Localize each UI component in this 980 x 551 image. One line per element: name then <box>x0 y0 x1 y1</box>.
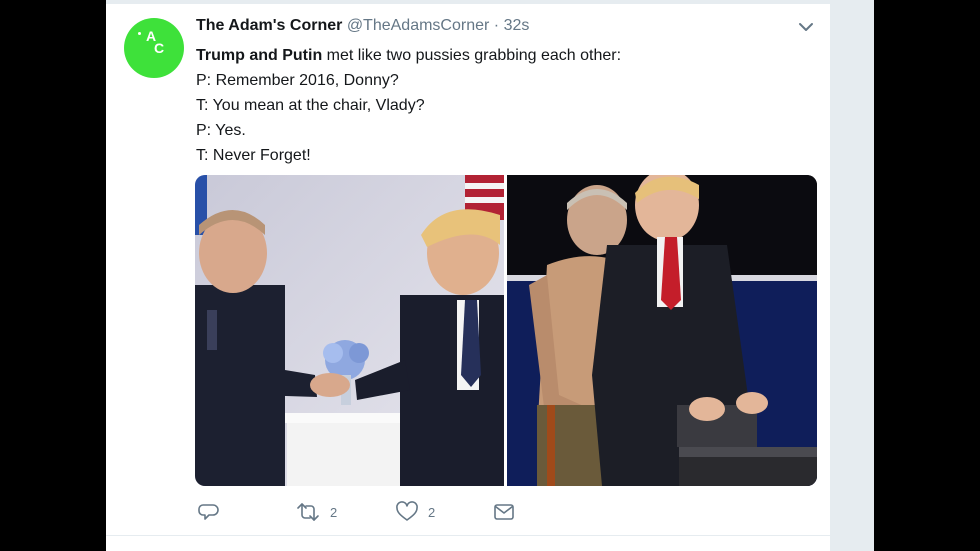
tweet-timestamp[interactable]: 32s <box>504 17 530 34</box>
tweet-line-rest: met like two pussies grabbing each other… <box>322 47 622 64</box>
right-letterbox <box>874 0 980 551</box>
heart-icon <box>396 501 418 523</box>
handshake-photo[interactable] <box>195 175 504 486</box>
tweet-text: Trump and Putin met like two pussies gra… <box>196 43 806 168</box>
chevron-down-icon[interactable] <box>796 18 816 36</box>
left-letterbox <box>0 0 106 551</box>
like-button[interactable]: 2 <box>396 500 435 524</box>
header-separator: · <box>493 17 500 34</box>
tweet-line-bold: Trump and Putin <box>196 47 323 64</box>
tweet-line: P: Remember 2016, Donny? <box>196 72 399 89</box>
tweet-card[interactable]: A C The Adam's Corner @TheAdamsCorner · … <box>106 0 830 551</box>
retweet-icon <box>296 501 320 523</box>
retweet-count: 2 <box>330 504 338 520</box>
like-count: 2 <box>428 504 436 520</box>
timeline-gutter <box>830 0 874 551</box>
avatar[interactable]: A C <box>124 18 184 78</box>
tweet-line: T: Never Forget! <box>196 147 311 164</box>
tweet-bottom-divider <box>106 535 830 536</box>
author-name[interactable]: The Adam's Corner <box>196 17 342 34</box>
tweet-line: T: You mean at the chair, Vlady? <box>196 97 425 114</box>
author-handle[interactable]: @TheAdamsCorner <box>347 17 490 34</box>
tweet-header: The Adam's Corner @TheAdamsCorner · 32s <box>196 17 529 35</box>
reply-button[interactable] <box>198 500 230 524</box>
tweet-actions: 2 2 <box>106 500 830 526</box>
debate-photo[interactable] <box>507 175 817 486</box>
tweet-media <box>195 175 817 486</box>
reply-icon <box>198 501 220 523</box>
direct-message-button[interactable] <box>493 500 515 524</box>
tweet-top-divider <box>106 0 830 4</box>
tweet-line: Trump and Putin met like two pussies gra… <box>196 43 806 68</box>
retweet-button[interactable]: 2 <box>296 500 337 524</box>
avatar-letter-c: C <box>154 40 165 56</box>
avatar-dot <box>138 32 141 35</box>
tweet-line: P: Yes. <box>196 122 246 139</box>
envelope-icon <box>493 501 515 523</box>
